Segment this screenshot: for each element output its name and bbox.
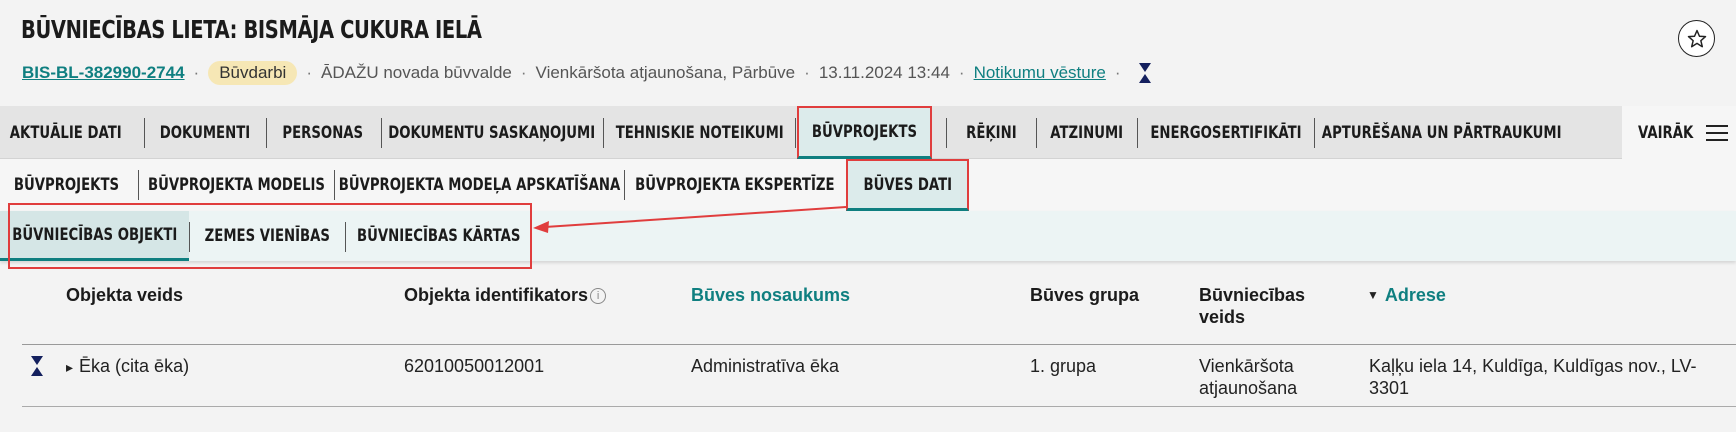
separator: · <box>804 63 810 82</box>
tab-buvprojekts[interactable]: Būvprojekts <box>797 106 932 159</box>
authority-text: ĀDAŽU novada būvvalde <box>320 63 512 82</box>
tab-tehniskie-noteikumi[interactable]: Tehniskie noteikumi <box>604 106 795 159</box>
tab-label: Aktuālie dati <box>10 122 122 143</box>
tab-label: Dokumentu saskaņojumi <box>388 122 596 143</box>
cell-address: Kaļķu iela 14, Kuldīga, Kuldīgas nov., L… <box>1369 356 1697 398</box>
object-type-text: Ēka (cita ēka) <box>79 356 190 376</box>
separator: · <box>193 63 200 82</box>
tab-atzinumi[interactable]: Atzinumi <box>1037 106 1137 159</box>
tab-personas[interactable]: Personas <box>267 106 379 159</box>
more-label: Vairāk <box>1638 122 1694 143</box>
cell-object-type: ▸ Ēka (cita ēka) <box>66 355 189 378</box>
column-header-construction-type[interactable]: Būvniecības veids <box>1199 284 1319 328</box>
tab-label: Personas <box>282 122 364 143</box>
separator: · <box>958 63 965 82</box>
separator: · <box>1114 63 1121 82</box>
tab-label: Būvprojekts <box>811 122 918 142</box>
annotation-highlight-box <box>8 203 532 269</box>
case-id-link[interactable]: BIS-BL-382990-2744 <box>22 63 185 83</box>
tab-energosertifikati[interactable]: Energosertifikāti <box>1138 106 1314 159</box>
column-header-label: Objekta identifikators <box>404 285 589 305</box>
tab-dokumentu-saskanojumi[interactable]: Dokumentu saskaņojumi <box>382 106 602 159</box>
cell-name: Administratīva ēka <box>691 356 840 376</box>
tab-rekini[interactable]: Rēķini <box>947 106 1035 159</box>
tab-label: Dokumenti <box>159 122 251 143</box>
cell-group: 1. grupa <box>1030 356 1097 376</box>
hourglass-icon <box>1138 62 1152 84</box>
info-icon[interactable]: i <box>590 288 607 304</box>
tab-label: Būvprojekta modeļa apskatīšana <box>338 175 620 195</box>
tab-aktualie-dati[interactable]: Aktuālie dati <box>0 106 132 159</box>
tab-label: Apturēšana un pārtraukumi <box>1321 122 1562 143</box>
column-header-address[interactable]: ▼ Adrese <box>1367 284 1446 306</box>
column-header-label: Adrese <box>1384 285 1446 305</box>
tab-label: Energosertifikāti <box>1150 122 1302 143</box>
separator: · <box>520 63 527 82</box>
case-meta: BIS-BL-382990-2744 · Būvdarbi · ĀDAŽU no… <box>22 61 1152 85</box>
hourglass-icon <box>30 355 44 382</box>
column-header-object-type[interactable]: Objekta veids <box>66 284 183 306</box>
history-link[interactable]: Notikumu vēsture <box>974 63 1106 83</box>
cell-construction-type: Vienkāršota atjaunošana <box>1199 356 1298 398</box>
table-row[interactable]: ▸ Ēka (cita ēka) 62010050012001 Administr… <box>22 345 1736 407</box>
column-header-group[interactable]: Būves grupa <box>1030 284 1139 306</box>
tab-label: Būvprojekts <box>13 175 119 195</box>
procedure-text: Vienkāršota atjaunošana, Pārbūve <box>535 63 796 82</box>
tab-label: Tehniskie noteikumi <box>615 122 784 143</box>
tab-divider <box>795 118 796 148</box>
more-menu-button[interactable]: Vairāk <box>1622 106 1736 159</box>
cell-identifier: 62010050012001 <box>404 356 545 376</box>
datetime-text: 13.11.2024 13:44 <box>818 63 950 82</box>
tab-label: Būvprojekta modelis <box>148 175 325 195</box>
tab-label: Atzinumi <box>1050 122 1124 143</box>
tab-label: Būvprojekta ekspertīze <box>635 175 835 195</box>
sort-desc-icon: ▼ <box>1367 288 1379 302</box>
star-icon <box>1687 29 1706 47</box>
hamburger-icon <box>1706 125 1728 141</box>
tab-label: Rēķini <box>965 122 1017 143</box>
subtab-ekspertize[interactable]: Būvprojekta ekspertīze <box>625 159 845 211</box>
column-header-identifier[interactable]: Objekta identifikators i <box>404 284 607 306</box>
status-badge: Būvdarbi <box>208 61 298 85</box>
page-title: Būvniecības lieta: Bismāja cukura ielā <box>21 15 482 44</box>
column-header-name[interactable]: Būves nosaukums <box>691 284 850 306</box>
tab-label: Būves dati <box>863 174 952 195</box>
expand-row-icon[interactable]: ▸ <box>66 359 73 375</box>
tab-dokumenti[interactable]: Dokumenti <box>145 106 265 159</box>
tab-apturesana[interactable]: Apturēšana un pārtraukumi <box>1315 106 1568 159</box>
separator: · <box>306 63 312 82</box>
page-header: Būvniecības lieta: Bismāja cukura ielā B… <box>0 0 1736 106</box>
subtab-buves-dati[interactable]: Būves dati <box>846 159 969 211</box>
favorite-button[interactable] <box>1678 20 1715 57</box>
primary-tabs: Aktuālie dati Dokumenti Personas Dokumen… <box>0 106 1736 159</box>
